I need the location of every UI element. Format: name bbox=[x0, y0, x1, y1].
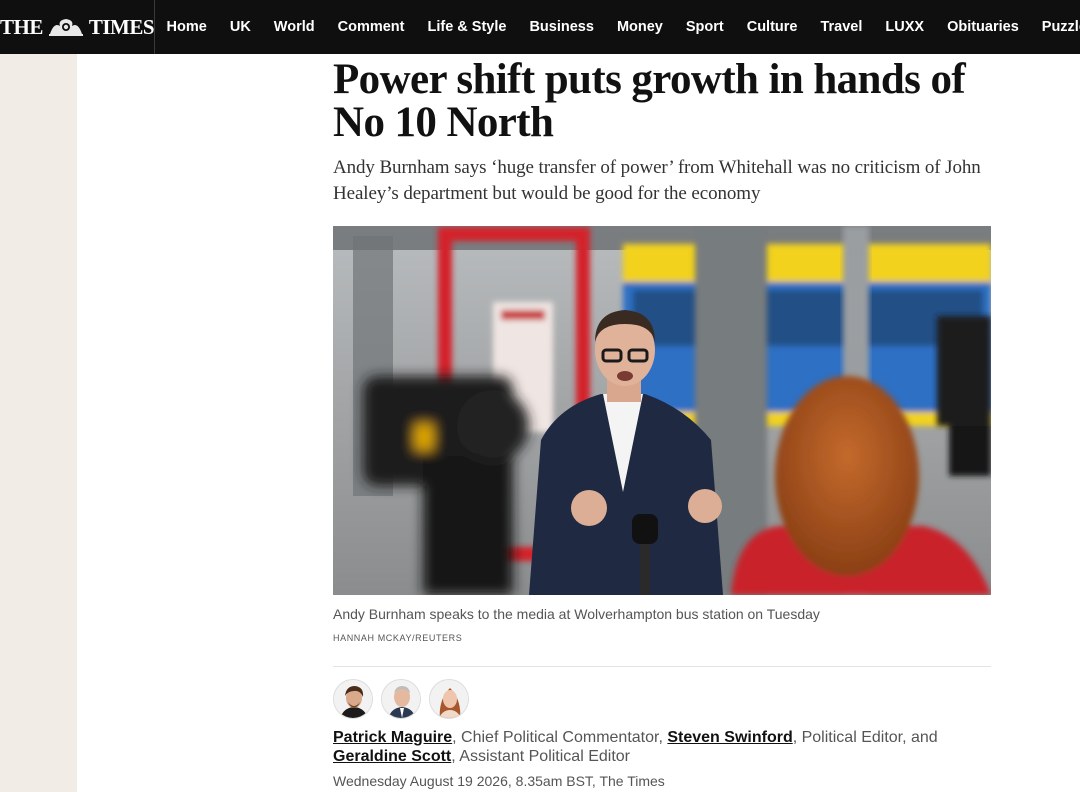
nav-item-culture[interactable]: Culture bbox=[735, 0, 809, 54]
nav-item-business[interactable]: Business bbox=[518, 0, 605, 54]
author-link-patrick-maguire[interactable]: Patrick Maguire bbox=[333, 729, 452, 746]
avatar-patrick-maguire[interactable] bbox=[333, 679, 373, 719]
article-dateline: Wednesday August 19 2026, 8.35am BST, Th… bbox=[333, 773, 665, 789]
avatar-steven-swinford[interactable] bbox=[381, 679, 421, 719]
photo-caption: Andy Burnham speaks to the media at Wolv… bbox=[333, 606, 820, 622]
lead-photo[interactable] bbox=[333, 226, 991, 595]
author-link-geraldine-scott[interactable]: Geraldine Scott bbox=[333, 748, 451, 765]
left-gutter bbox=[0, 54, 77, 792]
author-avatars bbox=[333, 679, 469, 719]
byline-separator: , bbox=[792, 729, 802, 746]
nav-item-money[interactable]: Money bbox=[605, 0, 674, 54]
nav-item-life-style[interactable]: Life & Style bbox=[416, 0, 518, 54]
nav-item-luxx[interactable]: LUXX bbox=[874, 0, 936, 54]
avatar-portrait-2 bbox=[382, 680, 420, 718]
logo-text-the: THE bbox=[0, 14, 43, 39]
author-role-1: Chief Political Commentator bbox=[461, 729, 659, 746]
byline-divider bbox=[333, 666, 991, 667]
nav-item-obituaries[interactable]: Obituaries bbox=[936, 0, 1031, 54]
nav-item-puzzles[interactable]: Puzzles bbox=[1030, 0, 1080, 54]
lead-photo-illustration bbox=[333, 226, 991, 595]
top-navigation-bar: THE TIMES Home UK World Comment Life & S… bbox=[0, 0, 1080, 54]
nav-item-comment[interactable]: Comment bbox=[326, 0, 416, 54]
nav-item-home[interactable]: Home bbox=[155, 0, 218, 54]
nav-item-uk[interactable]: UK bbox=[218, 0, 262, 54]
logo-text-times: TIMES bbox=[88, 14, 155, 39]
photo-credit: HANNAH MCKAY/REUTERS bbox=[333, 633, 463, 643]
author-link-steven-swinford[interactable]: Steven Swinford bbox=[667, 729, 792, 746]
avatar-portrait-3 bbox=[430, 680, 468, 718]
article-byline: Patrick Maguire, Chief Political Comment… bbox=[333, 728, 998, 766]
author-role-3: Assistant Political Editor bbox=[459, 748, 630, 765]
avatar-portrait-1 bbox=[334, 680, 372, 718]
nav-item-sport[interactable]: Sport bbox=[674, 0, 735, 54]
section-nav: Home UK World Comment Life & Style Busin… bbox=[155, 0, 1080, 54]
byline-and: , and bbox=[902, 729, 938, 746]
article-standfirst: Andy Burnham says ‘huge transfer of powe… bbox=[333, 157, 981, 204]
avatar-geraldine-scott[interactable] bbox=[429, 679, 469, 719]
nav-item-world[interactable]: World bbox=[262, 0, 326, 54]
article-headline: Power shift puts growth in hands of No 1… bbox=[333, 56, 966, 146]
nav-item-travel[interactable]: Travel bbox=[809, 0, 874, 54]
the-times-logo[interactable]: THE TIMES bbox=[0, 0, 156, 54]
byline-separator: , bbox=[452, 729, 462, 746]
royal-crest-icon bbox=[48, 19, 83, 36]
author-role-2: Political Editor bbox=[801, 729, 903, 746]
